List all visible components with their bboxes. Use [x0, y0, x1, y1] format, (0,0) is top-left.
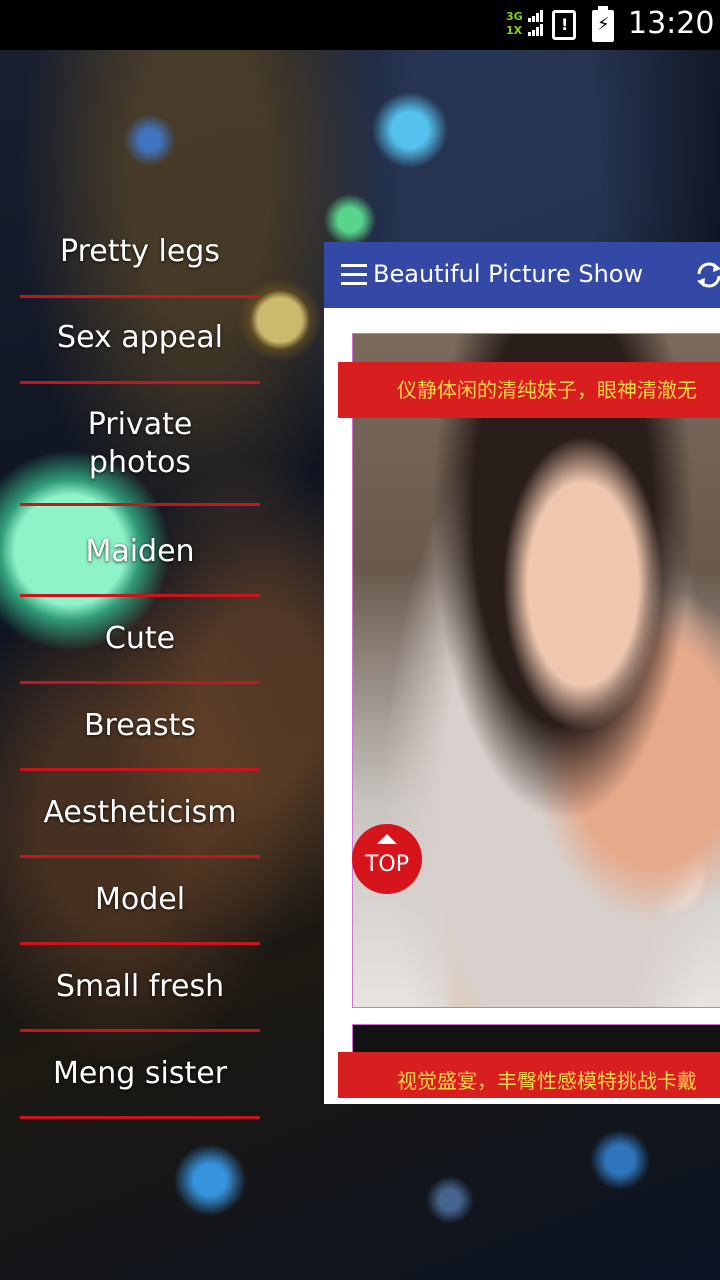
signal-icon: 3G 1X	[506, 10, 546, 40]
drawer-item-model[interactable]: Model	[20, 858, 260, 945]
battery-charging-icon: ⚡	[592, 6, 614, 42]
arrow-up-icon	[377, 834, 397, 844]
drawer-item-cute[interactable]: Cute	[20, 597, 260, 684]
sim-alert-icon: !	[552, 10, 576, 40]
status-bar: 3G 1X ! ⚡ 13:20	[0, 0, 720, 50]
main-content-panel: Beautiful Picture Show 仪静体闲的清纯妹子，眼神清澈无 视…	[324, 242, 720, 1104]
drawer-item-sex-appeal[interactable]: Sex appeal	[20, 295, 260, 384]
network-type-bottom: 1X	[506, 24, 523, 37]
photo-caption-banner[interactable]: 视觉盛宴，丰臀性感模特挑战卡戴	[338, 1052, 720, 1098]
drawer-item-small-fresh[interactable]: Small fresh	[20, 945, 260, 1032]
photo-caption-banner[interactable]: 仪静体闲的清纯妹子，眼神清澈无	[338, 362, 720, 418]
photo-image[interactable]	[353, 334, 720, 1007]
drawer-item-breasts[interactable]: Breasts	[20, 684, 260, 771]
scroll-top-button[interactable]: TOP	[352, 824, 422, 894]
drawer-item-private-photos[interactable]: Private photos	[20, 384, 260, 506]
drawer-item-meng-sister[interactable]: Meng sister	[20, 1032, 260, 1119]
app-toolbar: Beautiful Picture Show	[324, 242, 720, 308]
scroll-top-label: TOP	[364, 852, 410, 877]
photo-card[interactable]	[352, 333, 720, 1008]
drawer-item-maiden[interactable]: Maiden	[20, 509, 260, 597]
hamburger-icon[interactable]	[341, 264, 367, 286]
clock: 13:20	[628, 6, 715, 41]
drawer-item-pretty-legs[interactable]: Pretty legs	[20, 208, 260, 298]
toolbar-title: Beautiful Picture Show	[373, 260, 644, 288]
network-type-top: 3G	[506, 10, 523, 23]
refresh-icon[interactable]	[694, 260, 720, 290]
drawer-item-aestheticism[interactable]: Aestheticism	[20, 771, 260, 858]
